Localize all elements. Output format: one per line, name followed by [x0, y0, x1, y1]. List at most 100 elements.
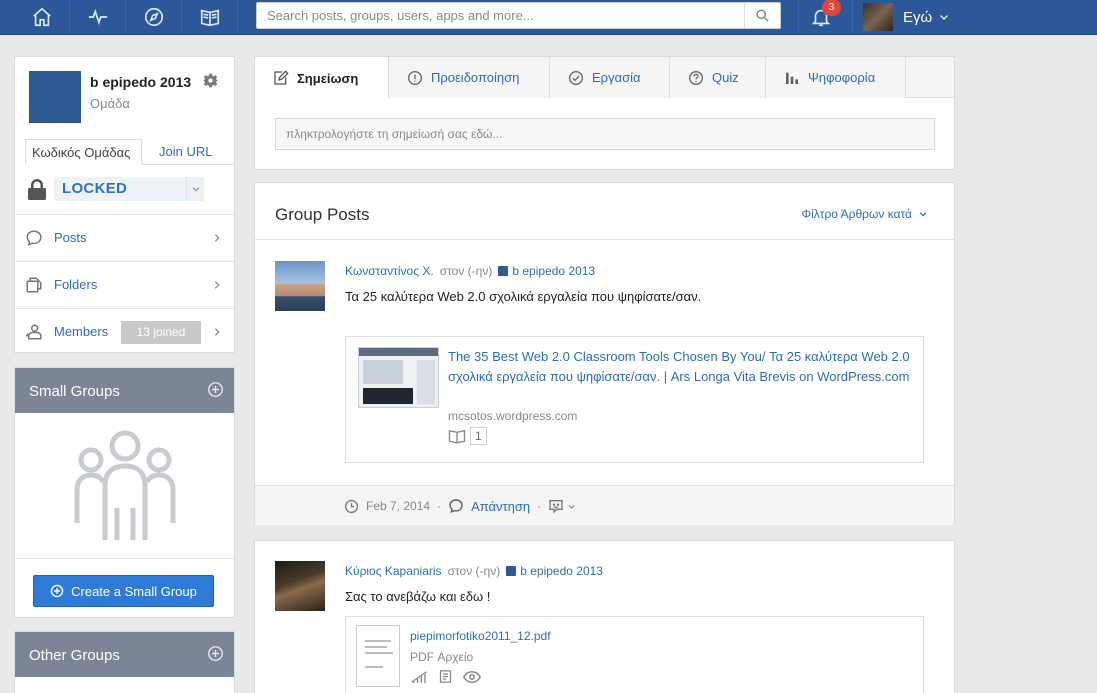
lock-dropdown-toggle — [186, 177, 204, 201]
signal-bars-icon[interactable] — [410, 670, 428, 684]
other-groups-header: Other Groups — [15, 632, 234, 677]
file-actions — [410, 669, 481, 684]
create-small-group-button[interactable]: Create a Small Group — [33, 575, 214, 607]
post-recipient-prefix: στον (-ην) — [447, 564, 501, 578]
discover-nav-button[interactable] — [126, 0, 182, 34]
search-button[interactable] — [744, 3, 780, 28]
tab-assignment[interactable]: Εργασία — [550, 57, 670, 98]
bar-chart-icon — [786, 72, 798, 84]
post-group-link[interactable]: b epipedo 2013 — [512, 264, 595, 278]
author-avatar[interactable] — [275, 561, 325, 611]
speech-bubble-icon — [449, 499, 463, 514]
post-text: Σας το ανεβάζω και εδω ! — [345, 589, 491, 604]
sidebar-item-label: Posts — [54, 230, 87, 245]
post-footer: Feb 7, 2014 · Απάντηση · — [255, 485, 954, 525]
group-lock-row: LOCKED — [15, 165, 234, 215]
tab-poll[interactable]: Ψηφοφορία — [766, 57, 906, 98]
reaction-dropdown[interactable] — [548, 498, 576, 514]
note-input[interactable]: πληκτρολογήστε τη σημείωσή σας εδώ... — [275, 118, 935, 150]
group-name: b epipedo 2013 — [90, 74, 192, 90]
group-type: Ομάδα — [90, 96, 130, 111]
separator: · — [537, 499, 542, 513]
user-menu[interactable]: Εγώ — [852, 0, 952, 34]
group-post-card: Κύριος Kapaniaris στον (-ην) b epipedo 2… — [254, 540, 955, 693]
link-preview[interactable]: The 35 Best Web 2.0 Classroom Tools Chos… — [345, 336, 924, 463]
tab-quiz[interactable]: Quiz — [670, 57, 766, 98]
lock-status-select[interactable]: LOCKED — [54, 177, 204, 201]
post-author-link[interactable]: Κύριος Kapaniaris — [345, 564, 442, 578]
search-input[interactable] — [257, 3, 745, 28]
add-circle-icon[interactable] — [207, 381, 224, 398]
link-domain: mcsotos.wordpress.com — [448, 409, 578, 423]
tab-alert[interactable]: Προειδοποίηση — [389, 57, 550, 98]
chevron-down-icon — [919, 212, 927, 217]
tab-join-url[interactable]: Join URL — [153, 139, 218, 165]
small-groups-panel: Small Groups Create a Small Group — [14, 367, 235, 618]
tab-label: Σημείωση — [297, 70, 359, 86]
group-color-swatch — [498, 266, 509, 276]
create-small-group-label: Create a Small Group — [71, 583, 197, 599]
library-nav-button[interactable] — [182, 0, 238, 34]
tab-label: Προειδοποίηση — [431, 70, 520, 85]
tab-note[interactable]: Σημείωση — [255, 57, 389, 99]
tab-label: Quiz — [712, 70, 739, 85]
search-box — [256, 2, 781, 29]
check-circle-icon — [569, 70, 583, 85]
pdf-thumbnail — [356, 625, 400, 687]
group-avatar — [29, 71, 81, 123]
library-save-count: 1 — [470, 427, 487, 445]
post-date: Feb 7, 2014 — [366, 499, 431, 513]
group-posts-title: Group Posts — [275, 205, 370, 224]
file-attachment[interactable]: piepimorfotiko2011_12.pdf PDF Αρχείο — [345, 616, 924, 693]
home-nav-button[interactable] — [14, 0, 70, 34]
small-groups-header: Small Groups — [15, 368, 234, 413]
post-filter-label: Φίλτρο Άρθρων κατά — [801, 207, 913, 221]
composer-tabs: Σημείωση Προειδοποίηση Εργασία Quiz Ψηφο… — [255, 57, 954, 99]
post-author-link[interactable]: Κωνσταντίνος Χ. — [345, 264, 434, 278]
book-icon[interactable] — [448, 428, 466, 444]
lock-status-value: LOCKED — [62, 180, 128, 197]
speech-bubble-icon — [26, 230, 42, 247]
chevron-down-icon — [568, 504, 575, 509]
eye-icon[interactable] — [463, 670, 481, 684]
group-posts-card: Group Posts Φίλτρο Άρθρων κατά Κωνσταντί… — [254, 182, 955, 525]
gear-icon — [202, 73, 219, 88]
lock-icon — [28, 179, 46, 200]
tab-label: Εργασία — [592, 70, 641, 85]
chevron-right-icon — [214, 281, 220, 289]
group-posts-header: Group Posts Φίλτρο Άρθρων κατά — [255, 183, 954, 240]
author-avatar[interactable] — [275, 261, 325, 311]
sidebar-item-members[interactable]: Members 13 joined — [15, 309, 234, 356]
reply-button[interactable]: Απάντηση — [471, 499, 530, 514]
chevron-right-icon — [214, 328, 220, 336]
group-code-tabs: Κωδικός Ομάδας Join URL — [25, 139, 235, 165]
post-group-link[interactable]: b epipedo 2013 — [520, 564, 603, 578]
home-icon — [32, 7, 51, 27]
separator: · — [437, 499, 442, 513]
small-groups-title: Small Groups — [29, 383, 120, 400]
add-circle-icon[interactable] — [207, 645, 224, 662]
link-actions: 1 — [448, 427, 487, 445]
file-name-link[interactable]: piepimorfotiko2011_12.pdf — [410, 629, 551, 643]
user-avatar — [863, 3, 893, 31]
clock-icon — [344, 499, 359, 513]
document-icon[interactable] — [438, 669, 453, 684]
sidebar-item-label: Members — [54, 324, 109, 339]
chevron-down-icon — [192, 187, 199, 192]
activity-nav-button[interactable] — [70, 0, 126, 34]
post-meta: Κύριος Kapaniaris στον (-ην) b epipedo 2… — [345, 564, 603, 578]
tab-label: Ψηφοφορία — [808, 70, 876, 85]
post-filter-dropdown[interactable]: Φίλτρο Άρθρων κατά — [802, 207, 929, 221]
alert-icon — [408, 70, 422, 85]
post-footer-row: Feb 7, 2014 · Απάντηση · — [344, 498, 576, 514]
sidebar-item-folders[interactable]: Folders — [15, 262, 234, 309]
notification-count-badge: 3 — [822, 0, 841, 16]
search-icon — [756, 9, 769, 22]
file-type: PDF Αρχείο — [410, 650, 474, 664]
group-settings-button[interactable] — [202, 73, 219, 91]
reaction-icon — [549, 500, 563, 514]
sidebar-item-posts[interactable]: Posts — [15, 215, 234, 262]
tab-group-code[interactable]: Κωδικός Ομάδας — [25, 139, 142, 165]
folders-icon — [26, 277, 42, 293]
link-title[interactable]: The 35 Best Web 2.0 Classroom Tools Chos… — [448, 347, 913, 387]
